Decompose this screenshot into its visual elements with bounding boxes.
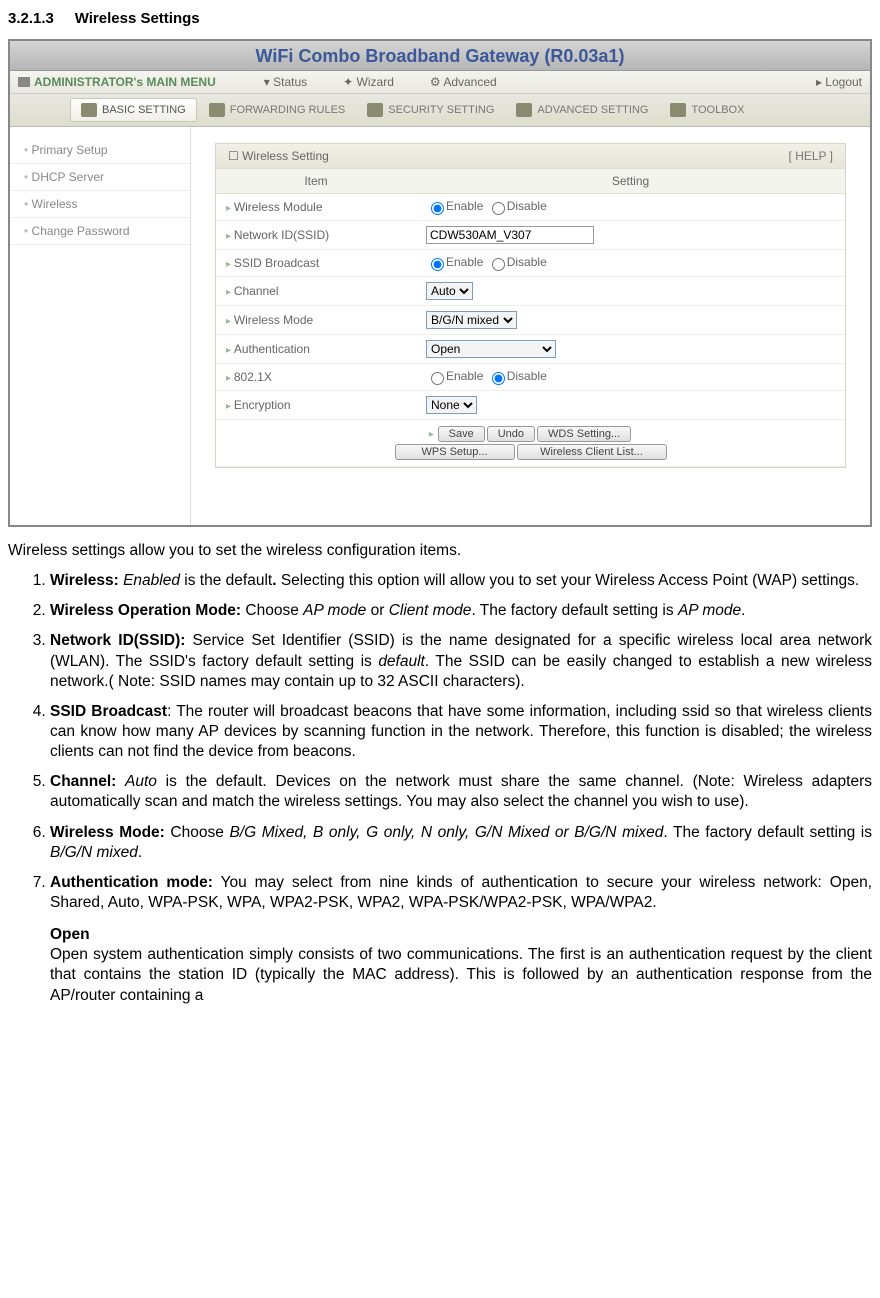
toolbox-icon	[670, 103, 686, 117]
menu-icon	[18, 77, 30, 87]
sidebar-item-primary-setup[interactable]: Primary Setup	[10, 137, 190, 164]
row-ssid: Network ID(SSID)	[216, 221, 416, 250]
sidebar-item-change-password[interactable]: Change Password	[10, 218, 190, 245]
encryption-select[interactable]: None	[426, 396, 477, 414]
row-wireless-mode: Wireless Mode	[216, 306, 416, 335]
help-link[interactable]: [ HELP ]	[789, 149, 833, 163]
col-setting: Setting	[416, 169, 845, 194]
app-title: WiFi Combo Broadband Gateway (R0.03a1)	[10, 41, 870, 71]
tab-basic-setting[interactable]: BASIC SETTING	[70, 98, 197, 122]
panel-title: ☐ Wireless Setting	[228, 149, 329, 163]
list-item-5: Channel: Auto is the default. Devices on…	[50, 772, 872, 812]
dot1x-enable-radio[interactable]	[431, 372, 444, 385]
list-item-2: Wireless Operation Mode: Choose AP mode …	[50, 601, 872, 621]
row-8021x: 802.1X	[216, 364, 416, 391]
menu-status[interactable]: ▾ Status	[246, 75, 325, 89]
tab-advanced-setting[interactable]: ADVANCED SETTING	[506, 98, 658, 122]
save-button[interactable]: Save	[438, 426, 485, 442]
main-menu: ADMINISTRATOR's MAIN MENU ▾ Status ✦ Wiz…	[10, 71, 870, 94]
col-item: Item	[216, 169, 416, 194]
row-ssid-broadcast: SSID Broadcast	[216, 250, 416, 277]
ssid-broadcast-disable-radio[interactable]	[492, 258, 505, 271]
ssid-input[interactable]	[426, 226, 594, 244]
channel-select[interactable]: Auto	[426, 282, 473, 300]
section-heading: 3.2.1.3 Wireless Settings	[8, 10, 872, 27]
wireless-client-list-button[interactable]: Wireless Client List...	[517, 444, 667, 460]
wireless-module-disable-radio[interactable]	[492, 202, 505, 215]
list-item-7: Authentication mode: You may select from…	[50, 873, 872, 1006]
admin-menu-label: ADMINISTRATOR's MAIN MENU	[34, 75, 246, 89]
basic-icon	[81, 103, 97, 117]
undo-button[interactable]: Undo	[487, 426, 535, 442]
tab-toolbox[interactable]: TOOLBOX	[660, 98, 754, 122]
document-body: Wireless settings allow you to set the w…	[8, 541, 872, 1006]
wireless-mode-select[interactable]: B/G/N mixed	[426, 311, 517, 329]
sidebar-item-dhcp-server[interactable]: DHCP Server	[10, 164, 190, 191]
sidebar-item-wireless[interactable]: Wireless	[10, 191, 190, 218]
wps-setup-button[interactable]: WPS Setup...	[395, 444, 515, 460]
advanced-icon	[516, 103, 532, 117]
section-number: 3.2.1.3	[8, 10, 54, 27]
ssid-broadcast-enable-radio[interactable]	[431, 258, 444, 271]
open-body: Open system authentication simply consis…	[50, 945, 872, 1005]
list-item-1: Wireless: Enabled is the default. Select…	[50, 571, 872, 591]
menu-advanced[interactable]: ⚙ Advanced	[412, 75, 515, 89]
sidebar: Primary Setup DHCP Server Wireless Chang…	[10, 127, 191, 525]
router-screenshot: WiFi Combo Broadband Gateway (R0.03a1) A…	[8, 39, 872, 527]
forwarding-icon	[209, 103, 225, 117]
tab-security-setting[interactable]: SECURITY SETTING	[357, 98, 504, 122]
authentication-select[interactable]: Open	[426, 340, 556, 358]
list-item-3: Network ID(SSID): Service Set Identifier…	[50, 631, 872, 691]
wireless-module-enable-radio[interactable]	[431, 202, 444, 215]
tab-forwarding-rules[interactable]: FORWARDING RULES	[199, 98, 356, 122]
tab-bar: BASIC SETTING FORWARDING RULES SECURITY …	[10, 94, 870, 127]
row-authentication: Authentication	[216, 335, 416, 364]
list-item-6: Wireless Mode: Choose B/G Mixed, B only,…	[50, 823, 872, 863]
wds-setting-button[interactable]: WDS Setting...	[537, 426, 631, 442]
menu-logout[interactable]: ▸ Logout	[816, 75, 862, 89]
row-wireless-module: Wireless Module	[216, 194, 416, 221]
menu-wizard[interactable]: ✦ Wizard	[325, 75, 412, 89]
row-encryption: Encryption	[216, 391, 416, 420]
row-channel: Channel	[216, 277, 416, 306]
intro-text: Wireless settings allow you to set the w…	[8, 541, 872, 561]
wireless-panel: ☐ Wireless Setting [ HELP ] Item Setting…	[215, 143, 846, 468]
open-heading: Open	[50, 925, 872, 945]
security-icon	[367, 103, 383, 117]
section-title: Wireless Settings	[75, 10, 200, 27]
dot1x-disable-radio[interactable]	[492, 372, 505, 385]
list-item-4: SSID Broadcast: The router will broadcas…	[50, 702, 872, 762]
